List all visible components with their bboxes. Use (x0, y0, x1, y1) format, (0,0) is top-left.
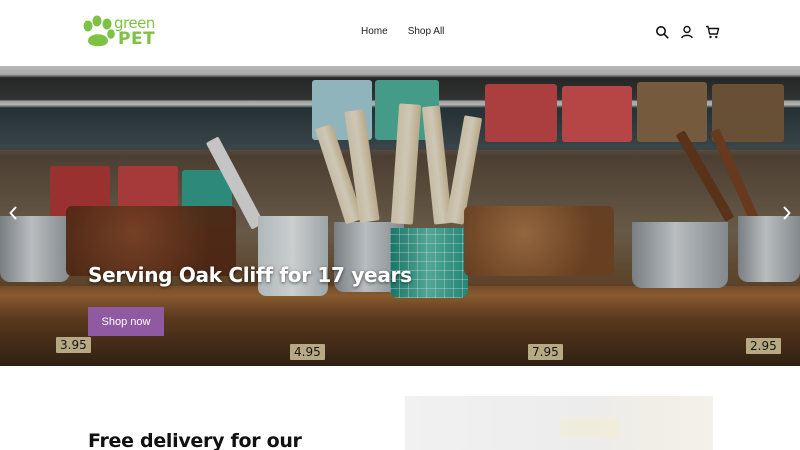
account-icon (681, 25, 693, 39)
search-button[interactable] (654, 24, 670, 40)
promo-image (405, 396, 713, 450)
account-button[interactable] (679, 24, 695, 40)
cart-button[interactable] (704, 24, 720, 40)
header-actions (654, 24, 720, 40)
nav-item-shop-all[interactable]: Shop All (408, 26, 445, 37)
hero-banner: 3.95 4.95 7.95 2.95 Serving Oak Cliff fo… (0, 66, 800, 366)
promo-image-highlight (560, 418, 620, 438)
shop-now-button[interactable]: Shop now (88, 307, 164, 336)
promo-title: Free delivery for our (88, 430, 302, 450)
carousel-prev-button[interactable] (6, 206, 20, 220)
cart-icon (705, 25, 719, 39)
logo-text-pet: PET (118, 29, 156, 49)
chevron-left-icon (9, 206, 17, 220)
nav-item-home[interactable]: Home (361, 26, 388, 37)
hero-title: Serving Oak Cliff for 17 years (88, 263, 412, 287)
chevron-right-icon (783, 206, 791, 220)
main-nav: Home Shop All (361, 26, 444, 37)
search-icon (656, 26, 669, 39)
paw-icon (83, 15, 115, 47)
brand-logo[interactable]: green PET (80, 12, 160, 52)
carousel-next-button[interactable] (780, 206, 794, 220)
site-header: green PET Home Shop All (0, 0, 800, 66)
